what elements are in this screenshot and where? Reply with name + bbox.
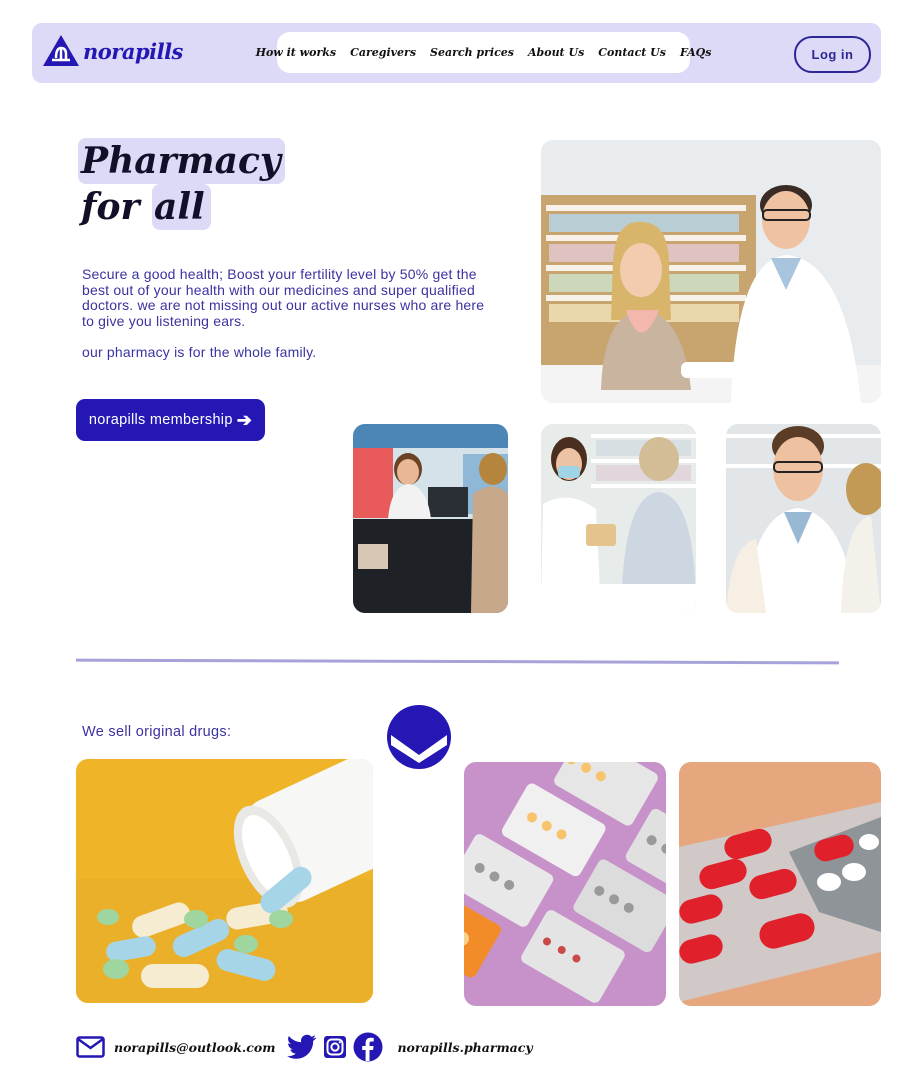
title-word-all: all <box>152 184 211 230</box>
nav-how-it-works[interactable]: How it works <box>256 46 337 59</box>
pharmacist-masked-photo <box>541 424 696 613</box>
login-button[interactable]: Log in <box>794 36 871 73</box>
social-handle[interactable]: norapills.pharmacy <box>397 1040 532 1055</box>
site-footer: norapills@outlook.com norapills.pharmacy <box>76 1031 533 1063</box>
brand-name: norapills <box>83 38 183 64</box>
nav-faqs[interactable]: FAQs <box>680 46 711 59</box>
page-title: Pharmacy for all <box>78 138 285 230</box>
arrow-right-icon: ➔ <box>236 409 253 430</box>
facebook-icon[interactable] <box>353 1032 383 1062</box>
blister-packs-photo <box>464 762 666 1006</box>
section-divider <box>75 658 840 665</box>
membership-label: norapills membership <box>88 412 233 428</box>
hero-description: Secure a good health; Boost your fertili… <box>82 266 485 329</box>
nav-about-us[interactable]: About Us <box>528 46 584 59</box>
main-nav: How it works Caregivers Search prices Ab… <box>256 32 711 73</box>
nav-search-prices[interactable]: Search prices <box>430 46 514 59</box>
membership-button[interactable]: norapills membership ➔ <box>76 399 265 441</box>
title-word-for: for <box>81 186 140 228</box>
title-line-1: Pharmacy <box>78 138 285 184</box>
site-header: norapills How it works Caregivers Search… <box>32 23 881 83</box>
instagram-icon[interactable] <box>323 1035 347 1059</box>
pharmacist-pointing-photo <box>726 424 881 613</box>
chevron-down-icon[interactable] <box>387 705 451 769</box>
family-note: our pharmacy is for the whole family. <box>82 344 317 360</box>
twitter-icon[interactable] <box>287 1034 317 1060</box>
nav-contact-us[interactable]: Contact Us <box>598 46 666 59</box>
logo-icon <box>43 35 79 66</box>
red-capsules-photo <box>679 762 881 1006</box>
products-heading: We sell original drugs: <box>82 724 232 740</box>
contact-email[interactable]: norapills@outlook.com <box>114 1040 275 1055</box>
pharmacy-counter-photo <box>353 424 508 613</box>
spilled-pills-photo <box>76 759 373 1003</box>
nav-caregivers[interactable]: Caregivers <box>350 46 416 59</box>
mail-icon[interactable] <box>76 1036 105 1058</box>
logo[interactable]: norapills <box>42 31 183 71</box>
social-links <box>287 1032 383 1062</box>
pharmacist-with-customer-photo <box>541 140 881 403</box>
